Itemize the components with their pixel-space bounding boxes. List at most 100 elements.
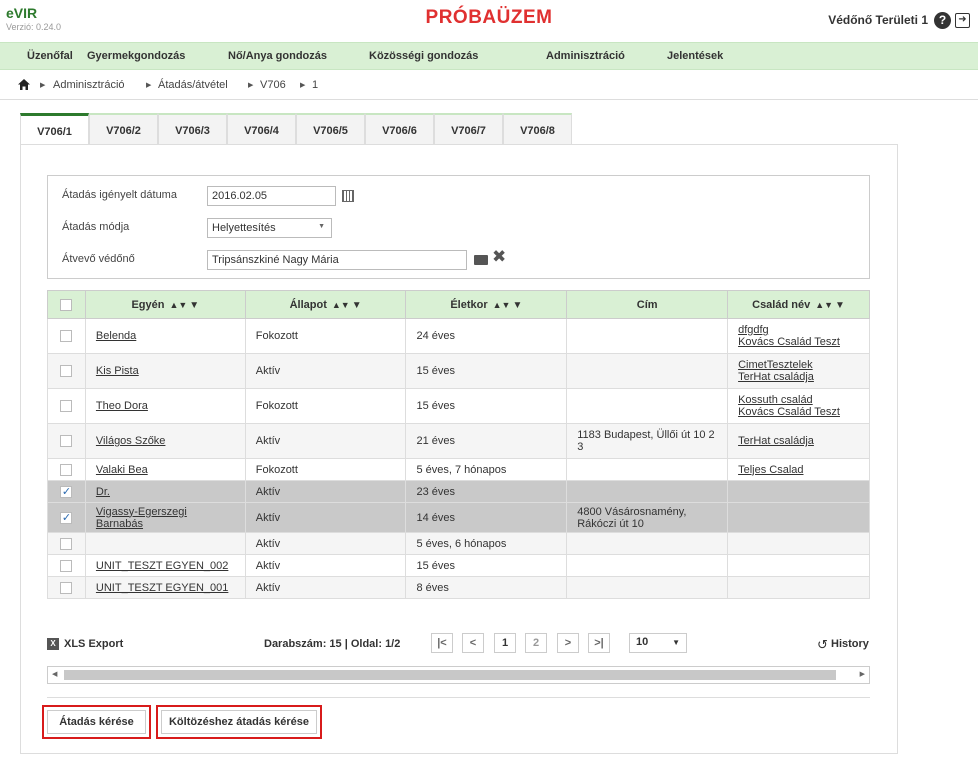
sort-icon[interactable]: ▲▼ <box>169 300 187 310</box>
column-header-csalad-nev[interactable]: Család név ▲▼ ▼ <box>727 290 870 319</box>
scroll-right-icon[interactable]: ▶ <box>860 670 865 678</box>
table-row[interactable]: Aktív 5 éves, 6 hónapos <box>47 532 870 555</box>
divider <box>47 697 870 698</box>
address-text-cell <box>566 480 729 503</box>
filter-icon[interactable]: ▼ <box>512 300 522 311</box>
table-row[interactable]: Theo Dora Fokozott 15 éves Kossuth család Ko… <box>47 388 870 424</box>
tab-v706-2[interactable]: V706/2 <box>89 113 158 145</box>
person-name-link[interactable]: Vigassy-Egerszegi Barnabás <box>96 506 187 530</box>
table-row[interactable]: Valaki Bea Fokozott 5 éves, 7 hónapos Telje… <box>47 458 870 481</box>
tab-v706-8[interactable]: V706/8 <box>503 113 572 145</box>
table-row[interactable]: ✓ Vigassy-Egerszegi Barnabás Aktív 14 éves 4… <box>47 502 870 533</box>
column-header-egyen[interactable]: Egyén ▲▼ ▼ <box>84 290 246 319</box>
menu-item-jelentesek[interactable]: Jelentések <box>667 50 723 62</box>
sort-icon[interactable]: ▲▼ <box>493 300 511 310</box>
column-header-eletkor[interactable]: Életkor ▲▼ ▼ <box>405 290 568 319</box>
filter-icon[interactable]: ▼ <box>352 300 362 311</box>
breadcrumb-item-adminisztracio[interactable]: Adminisztráció <box>53 79 125 91</box>
sort-icon[interactable]: ▲▼ <box>815 300 833 310</box>
row-checkbox[interactable] <box>60 400 73 413</box>
menu-item-uzenofal[interactable]: Üzenőfal <box>27 50 73 62</box>
select-all-checkbox[interactable] <box>60 298 73 311</box>
person-name-link[interactable]: Világos Szőke <box>96 435 166 447</box>
person-name-link[interactable]: Dr. <box>96 486 110 498</box>
row-checkbox[interactable] <box>60 581 73 594</box>
relocation-transfer-button[interactable]: Költözéshez átadás kérése <box>156 705 322 739</box>
filter-icon[interactable]: ▼ <box>189 300 199 311</box>
family-link[interactable]: Kovács Család Teszt <box>738 336 859 348</box>
table-row[interactable]: ✓ Dr. Aktív 23 éves <box>47 480 870 503</box>
menu-item-adminisztracio[interactable]: Adminisztráció <box>546 50 625 62</box>
page-size-select[interactable]: 10 ▼ <box>629 633 687 653</box>
user-name[interactable]: Védőnő Területi 1 <box>828 13 928 27</box>
tab-v706-3[interactable]: V706/3 <box>158 113 227 145</box>
family-link[interactable]: Kossuth család <box>738 394 859 406</box>
tab-v706-1[interactable]: V706/1 <box>20 113 89 145</box>
row-checkbox[interactable] <box>60 330 73 343</box>
family-link[interactable]: dfgdfg <box>738 324 859 336</box>
page-button-2[interactable]: 2 <box>525 633 547 653</box>
status-text-cell: Aktív <box>244 353 407 389</box>
tab-v706-6[interactable]: V706/6 <box>365 113 434 145</box>
date-input[interactable]: 2016.02.05 <box>207 186 336 206</box>
scrollbar-thumb[interactable] <box>64 670 836 680</box>
calendar-icon[interactable] <box>342 190 354 202</box>
home-icon[interactable] <box>18 79 30 90</box>
table-row[interactable]: UNIT_TESZT EGYEN_001 Aktív 8 éves <box>47 576 870 599</box>
scroll-left-icon[interactable]: ◀ <box>52 670 57 678</box>
person-name-link[interactable]: UNIT_TESZT EGYEN_001 <box>96 582 228 594</box>
address-text-cell: 1183 Budapest, Üllői út 10 2 3 <box>566 423 729 459</box>
column-header-allapot[interactable]: Állapot ▲▼ ▼ <box>244 290 407 319</box>
request-transfer-button[interactable]: Átadás kérése <box>42 705 151 739</box>
sort-icon[interactable]: ▲▼ <box>332 300 350 310</box>
tab-v706-5[interactable]: V706/5 <box>296 113 365 145</box>
table-row[interactable]: Belenda Fokozott 24 éves dfgdfg Kovács Csalá… <box>47 318 870 354</box>
family-cell <box>727 480 870 503</box>
last-page-icon[interactable]: >| <box>588 633 610 653</box>
row-checkbox[interactable]: ✓ <box>60 485 73 498</box>
person-name-link[interactable]: Valaki Bea <box>96 464 148 476</box>
person-name-link[interactable]: Kis Pista <box>96 365 139 377</box>
breadcrumb-item-atadas-atvetel[interactable]: Átadás/átvétel <box>158 79 228 91</box>
menu-item-kozossegi-gondozas[interactable]: Közösségi gondozás <box>369 50 478 62</box>
horizontal-scrollbar[interactable]: ◀ ▶ <box>47 666 870 684</box>
family-link[interactable]: TerHat családja <box>738 371 859 383</box>
breadcrumb-item-v706[interactable]: V706 <box>260 79 286 91</box>
page-button-1[interactable]: 1 <box>494 633 516 653</box>
row-checkbox[interactable]: ✓ <box>60 511 73 524</box>
person-name-link[interactable]: Theo Dora <box>96 400 148 412</box>
first-page-icon[interactable]: |< <box>431 633 453 653</box>
family-link[interactable]: TerHat családja <box>738 435 859 447</box>
next-page-icon[interactable]: > <box>557 633 579 653</box>
row-checkbox[interactable] <box>60 559 73 572</box>
menu-item-no-anya-gondozas[interactable]: Nő/Anya gondozás <box>228 50 327 62</box>
row-checkbox[interactable] <box>60 537 73 550</box>
mode-select[interactable]: Helyettesítés ▼ <box>207 218 332 238</box>
family-link[interactable]: Teljes Csalad <box>738 464 859 476</box>
prev-page-icon[interactable]: < <box>462 633 484 653</box>
family-link[interactable]: CimetTesztelek <box>738 359 859 371</box>
table-row[interactable]: Kis Pista Aktív 15 éves CimetTesztelek TerHa… <box>47 353 870 389</box>
folder-open-icon[interactable] <box>474 255 488 265</box>
address-text-cell <box>566 554 729 577</box>
xls-export-link[interactable]: XLS Export <box>64 638 123 650</box>
tab-v706-4[interactable]: V706/4 <box>227 113 296 145</box>
person-name-link[interactable]: Belenda <box>96 330 136 342</box>
history-link[interactable]: History <box>831 638 869 650</box>
filter-icon[interactable]: ▼ <box>835 300 845 311</box>
clear-icon[interactable]: ✖ <box>492 247 506 267</box>
row-checkbox[interactable] <box>60 463 73 476</box>
row-checkbox[interactable] <box>60 435 73 448</box>
help-icon[interactable]: ? <box>934 12 951 29</box>
person-name-link[interactable]: UNIT_TESZT EGYEN_002 <box>96 560 228 572</box>
table-row[interactable]: Világos Szőke Aktív 21 éves 1183 Budapest, … <box>47 423 870 459</box>
menu-item-gyermekgondozas[interactable]: Gyermekgondozás <box>87 50 185 62</box>
tab-v706-7[interactable]: V706/7 <box>434 113 503 145</box>
logout-icon[interactable]: ➜ <box>955 13 970 28</box>
family-link[interactable]: Kovács Család Teszt <box>738 406 859 418</box>
history-icon[interactable]: ↺ <box>817 637 828 653</box>
table-row[interactable]: UNIT_TESZT EGYEN_002 Aktív 15 éves <box>47 554 870 577</box>
receiver-field[interactable]: Tripsánszkiné Nagy Mária <box>207 250 467 270</box>
row-checkbox[interactable] <box>60 365 73 378</box>
excel-icon[interactable]: X <box>47 638 59 650</box>
